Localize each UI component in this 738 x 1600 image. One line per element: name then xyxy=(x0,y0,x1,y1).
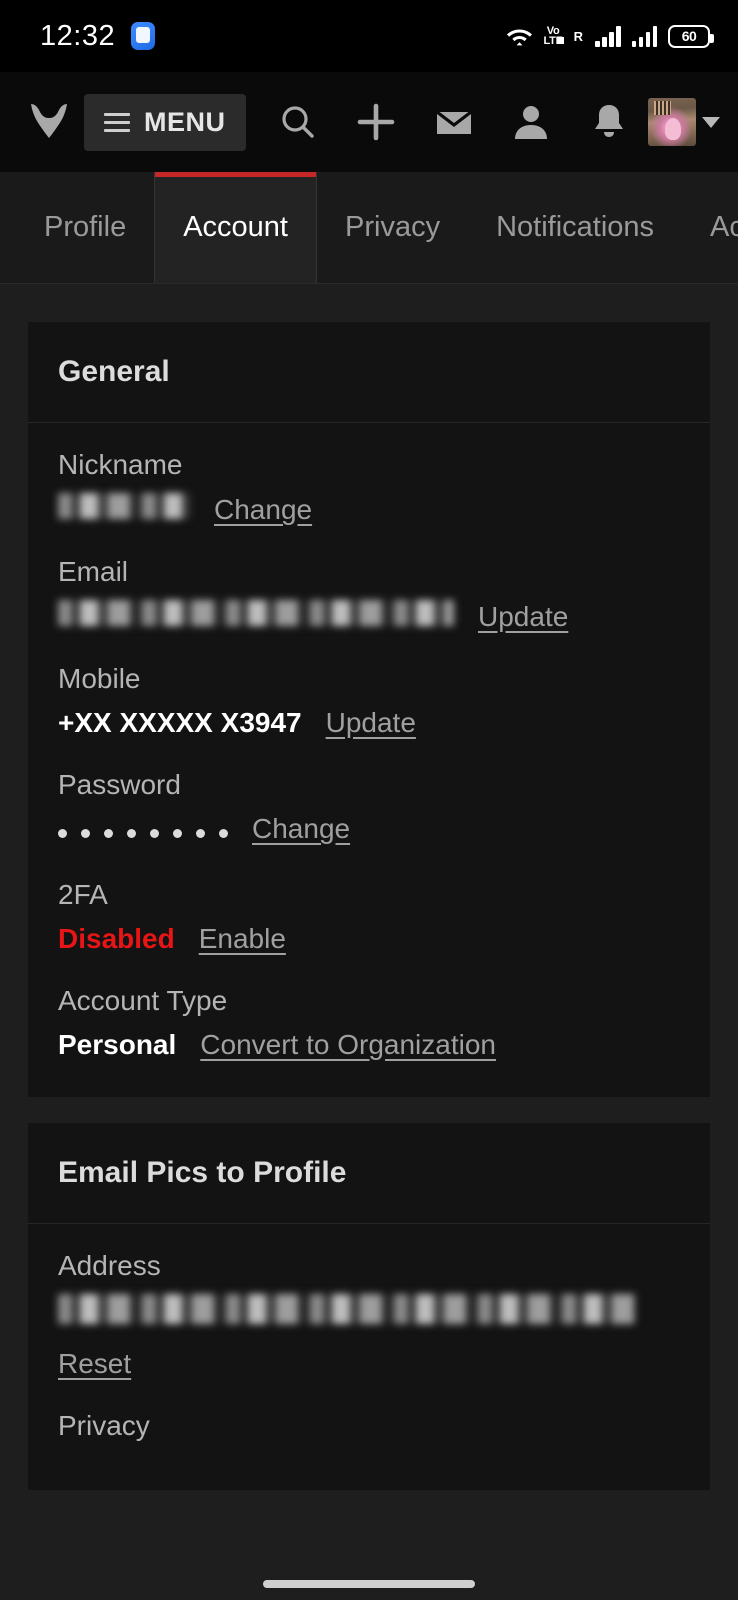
volte-line-2: LTE xyxy=(543,35,564,47)
status-bar-left: 12:32 xyxy=(40,19,156,53)
twofa-enable-link[interactable]: Enable xyxy=(199,923,286,955)
mobile-value: +XX XXXXX X3947 xyxy=(58,707,302,738)
settings-tabbar[interactable]: Profile Account Privacy Notifications Ac… xyxy=(0,172,738,284)
tab-notifications[interactable]: Notifications xyxy=(468,172,682,283)
email-pics-card: Email Pics to Profile Address Reset Priv… xyxy=(28,1122,710,1490)
nickname-label: Nickname xyxy=(58,449,183,480)
general-card-body: Nickname Change Email Update Mobile +XX … xyxy=(28,423,710,1097)
home-indicator xyxy=(263,1580,475,1588)
signal-bars-icon-sim2 xyxy=(631,25,657,47)
privacy-label: Privacy xyxy=(58,1409,150,1441)
menu-button-label: MENU xyxy=(144,106,226,137)
general-card: General Nickname Change Email Update Mob… xyxy=(28,322,710,1097)
general-card-header: General xyxy=(28,322,710,423)
status-clock: 12:32 xyxy=(40,19,116,52)
settings-content: General Nickname Change Email Update Mob… xyxy=(0,284,738,1490)
battery-level: 60 xyxy=(681,28,697,44)
tab-activity[interactable]: Activi xyxy=(682,172,738,283)
convert-to-organization-link[interactable]: Convert to Organization xyxy=(200,1029,496,1061)
chevron-down-icon[interactable] xyxy=(702,116,720,128)
twofa-label: 2FA xyxy=(58,878,108,910)
signal-bars-icon-sim1 xyxy=(595,25,621,47)
tab-notifications-label: Notifications xyxy=(496,211,655,243)
battery-icon: 60 xyxy=(668,24,714,48)
account-type-label: Account Type xyxy=(58,984,228,1016)
tab-account-label: Account xyxy=(183,211,288,243)
notifications-bell-icon[interactable] xyxy=(582,95,636,149)
tab-privacy-label: Privacy xyxy=(345,211,441,243)
roaming-indicator: R xyxy=(573,28,583,44)
add-plus-icon[interactable] xyxy=(349,95,403,149)
address-reset-link[interactable]: Reset xyxy=(58,1348,131,1380)
nickname-value-redacted xyxy=(58,493,190,519)
password-label: Password xyxy=(58,769,181,800)
status-bar: 12:32 Vo LTE R 60 xyxy=(0,0,738,72)
mobile-update-link[interactable]: Update xyxy=(326,707,416,739)
status-bar-right: Vo LTE R 60 xyxy=(506,24,714,48)
navbar-icons xyxy=(246,95,649,149)
field-email: Email Update xyxy=(58,556,680,633)
message-app-icon xyxy=(131,22,156,50)
address-label: Address xyxy=(58,1249,161,1281)
mobile-label: Mobile xyxy=(58,663,141,694)
password-masked-value xyxy=(58,819,228,849)
nickname-change-link[interactable]: Change xyxy=(214,494,312,526)
field-address: Address Reset xyxy=(58,1250,680,1380)
avatar-menu[interactable] xyxy=(648,98,720,146)
email-pics-card-body: Address Reset Privacy xyxy=(28,1224,710,1490)
email-pics-card-title: Email Pics to Profile xyxy=(58,1155,347,1189)
site-logo-icon[interactable] xyxy=(22,95,76,149)
wifi-icon xyxy=(506,25,533,47)
field-2fa: 2FA Disabled Enable xyxy=(58,879,680,955)
email-value-redacted xyxy=(58,600,454,626)
account-type-value: Personal xyxy=(58,1028,177,1060)
app-navbar: MENU xyxy=(0,72,738,172)
mail-envelope-icon[interactable] xyxy=(427,95,481,149)
address-value-redacted xyxy=(58,1293,636,1324)
email-update-link[interactable]: Update xyxy=(478,601,568,633)
twofa-status-badge: Disabled xyxy=(58,922,175,954)
phone-screen: 12:32 Vo LTE R 60 MENU Profile Account P… xyxy=(0,0,738,1600)
volte-icon: Vo LTE xyxy=(543,26,564,47)
tab-profile-label: Profile xyxy=(44,211,127,243)
field-nickname: Nickname Change xyxy=(58,449,680,526)
field-privacy: Privacy xyxy=(58,1410,680,1442)
tab-privacy[interactable]: Privacy xyxy=(317,172,468,283)
user-person-icon[interactable] xyxy=(504,95,558,149)
avatar[interactable] xyxy=(648,98,696,146)
email-pics-card-header: Email Pics to Profile xyxy=(28,1123,710,1224)
email-label: Email xyxy=(58,556,129,587)
password-change-link[interactable]: Change xyxy=(252,813,350,845)
tab-profile[interactable]: Profile xyxy=(0,172,154,283)
tab-account[interactable]: Account xyxy=(154,172,317,283)
hamburger-icon xyxy=(104,112,130,132)
tab-activity-label: Activi xyxy=(710,211,738,243)
field-account-type: Account Type Personal Convert to Organiz… xyxy=(58,985,680,1061)
menu-button[interactable]: MENU xyxy=(84,93,246,151)
field-mobile: Mobile +XX XXXXX X3947 Update xyxy=(58,663,680,739)
field-password: Password Change xyxy=(58,769,680,849)
general-card-title: General xyxy=(58,355,170,388)
search-icon[interactable] xyxy=(271,95,325,149)
